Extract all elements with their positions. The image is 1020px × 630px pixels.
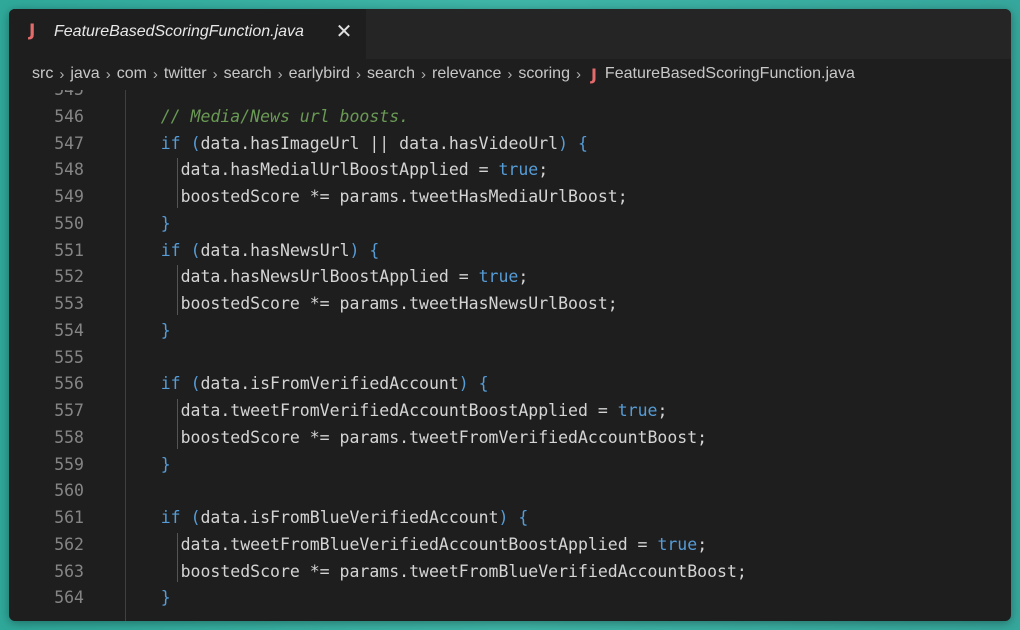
breadcrumb: src › java › com › twitter › search › earlybird › se… <box>9 61 1011 87</box>
chevron-right-icon: › <box>105 65 111 83</box>
line-number: 563 <box>54 561 84 581</box>
line-number: 550 <box>54 213 84 233</box>
code-line[interactable]: 560 <box>9 477 1011 504</box>
chevron-right-icon: › <box>277 65 283 83</box>
breadcrumb-item-twitter[interactable]: twitter <box>164 65 207 83</box>
line-number: 557 <box>54 401 84 420</box>
code-text: data.hasMedialUrlBoostApplied = true; <box>121 160 549 180</box>
line-number: 561 <box>54 508 84 527</box>
breadcrumb-item-search[interactable]: search <box>367 65 415 83</box>
java-file-icon: J <box>590 64 597 84</box>
chevron-right-icon: › <box>355 65 361 83</box>
chevron-right-icon: › <box>507 65 513 83</box>
code-line[interactable]: 558 boostedScore *= params.tweetFromVeri… <box>9 424 1011 451</box>
code-text: if (data.isFromBlueVerifiedAccount) { <box>160 508 529 527</box>
code-line[interactable]: 556 if (data.isFromVerifiedAccount) { <box>9 370 1011 397</box>
line-number: 558 <box>54 427 84 447</box>
code-text: if (data.hasImageUrl || data.hasVideoUrl… <box>160 133 588 153</box>
chevron-right-icon: › <box>212 65 218 83</box>
code-line[interactable]: 548 data.hasMedialUrlBoostApplied = true… <box>9 156 1011 183</box>
code-text: // Media/News url boosts. <box>121 106 410 126</box>
breadcrumb-item-src[interactable]: src <box>32 65 53 83</box>
code-line[interactable]: 551 if (data.hasNewsUrl) { <box>9 237 1011 264</box>
line-number: 560 <box>54 481 84 501</box>
breadcrumb-item-relevance[interactable]: relevance <box>432 65 501 83</box>
line-number: 553 <box>54 294 84 313</box>
code-line[interactable]: 555 <box>9 344 1011 371</box>
code-line[interactable]: 552 data.hasNewsUrlBoostApplied = true; <box>9 263 1011 290</box>
code-text: boostedScore *= params.tweetFromBlueVeri… <box>121 561 747 581</box>
line-number: 564 <box>54 588 84 608</box>
code-text: data.tweetFromBlueVerifiedAccountBoostAp… <box>121 534 708 554</box>
chevron-right-icon: › <box>421 65 427 83</box>
breadcrumb-item-scoring[interactable]: scoring <box>518 65 570 83</box>
code-text: } <box>160 588 171 608</box>
code-line[interactable]: 561 if (data.isFromBlueVerifiedAccount) … <box>9 504 1011 531</box>
line-number: 546 <box>54 106 84 126</box>
code-line[interactable]: 554 } <box>9 317 1011 344</box>
line-number: 545 <box>9 90 84 103</box>
line-number: 554 <box>54 320 84 340</box>
breadcrumb-item-java[interactable]: java <box>70 65 99 83</box>
close-icon[interactable]: ✕ <box>335 20 353 42</box>
code-line[interactable]: 557 data.tweetFromVerifiedAccountBoostAp… <box>9 397 1011 424</box>
breadcrumb-item-com[interactable]: com <box>117 65 147 83</box>
code-text: } <box>160 213 171 233</box>
java-file-icon: J <box>29 21 36 41</box>
breadcrumb-item-file[interactable]: FeatureBasedScoringFunction.java <box>605 65 855 83</box>
line-number: 559 <box>54 454 84 474</box>
code-editor[interactable]: 545546 // Media/News url boosts.547 if (… <box>9 90 1011 621</box>
line-number: 556 <box>54 374 84 394</box>
code-line[interactable]: 559 } <box>9 451 1011 478</box>
indent-guide <box>177 399 178 449</box>
breadcrumb-item-search[interactable]: search <box>224 65 272 83</box>
line-number: 555 <box>54 347 84 367</box>
code-text: } <box>160 320 171 340</box>
code-line[interactable]: 546 // Media/News url boosts. <box>9 103 1011 130</box>
breadcrumb-item-earlybird[interactable]: earlybird <box>289 65 350 83</box>
code-text: if (data.hasNewsUrl) { <box>160 240 380 260</box>
code-line[interactable]: 562 data.tweetFromBlueVerifiedAccountBoo… <box>9 531 1011 558</box>
code-line[interactable]: 549 boostedScore *= params.tweetHasMedia… <box>9 183 1011 210</box>
tab-bar: J FeatureBasedScoringFunction.java ✕ <box>9 9 1011 59</box>
indent-guide <box>177 158 178 208</box>
indent-guide <box>177 532 178 583</box>
chevron-right-icon: › <box>575 65 581 83</box>
tab-title[interactable]: FeatureBasedScoringFunction.java <box>54 23 304 41</box>
code-text: } <box>160 454 171 474</box>
line-number: 547 <box>54 133 84 153</box>
code-line[interactable]: 564 } <box>9 584 1011 611</box>
code-line[interactable]: 545 <box>9 90 1011 103</box>
chevron-right-icon: › <box>59 65 65 83</box>
tab-feature-based-scoring-function[interactable]: J FeatureBasedScoringFunction.java ✕ <box>9 9 366 59</box>
code-text: boostedScore *= params.tweetFromVerified… <box>121 427 708 447</box>
code-text: boostedScore *= params.tweetHasNewsUrlBo… <box>121 294 618 313</box>
line-number: 551 <box>54 240 84 260</box>
code-text: if (data.isFromVerifiedAccount) { <box>160 374 489 394</box>
code-text: data.tweetFromVerifiedAccountBoostApplie… <box>121 401 668 420</box>
code-line[interactable]: 550 } <box>9 210 1011 237</box>
code-line[interactable]: 563 boostedScore *= params.tweetFromBlue… <box>9 558 1011 585</box>
code-text: boostedScore *= params.tweetHasMediaUrlB… <box>121 187 628 206</box>
code-line[interactable]: 547 if (data.hasImageUrl || data.hasVide… <box>9 130 1011 157</box>
chevron-right-icon: › <box>152 65 158 83</box>
line-number: 562 <box>54 534 84 554</box>
line-number: 552 <box>54 267 84 287</box>
code-line[interactable]: 553 boostedScore *= params.tweetHasNewsU… <box>9 290 1011 317</box>
editor-window: J FeatureBasedScoringFunction.java ✕ src… <box>9 9 1011 621</box>
line-number: 548 <box>54 160 84 180</box>
code-text: data.hasNewsUrlBoostApplied = true; <box>121 267 529 287</box>
indent-guide <box>177 265 178 315</box>
line-number: 549 <box>54 187 84 206</box>
